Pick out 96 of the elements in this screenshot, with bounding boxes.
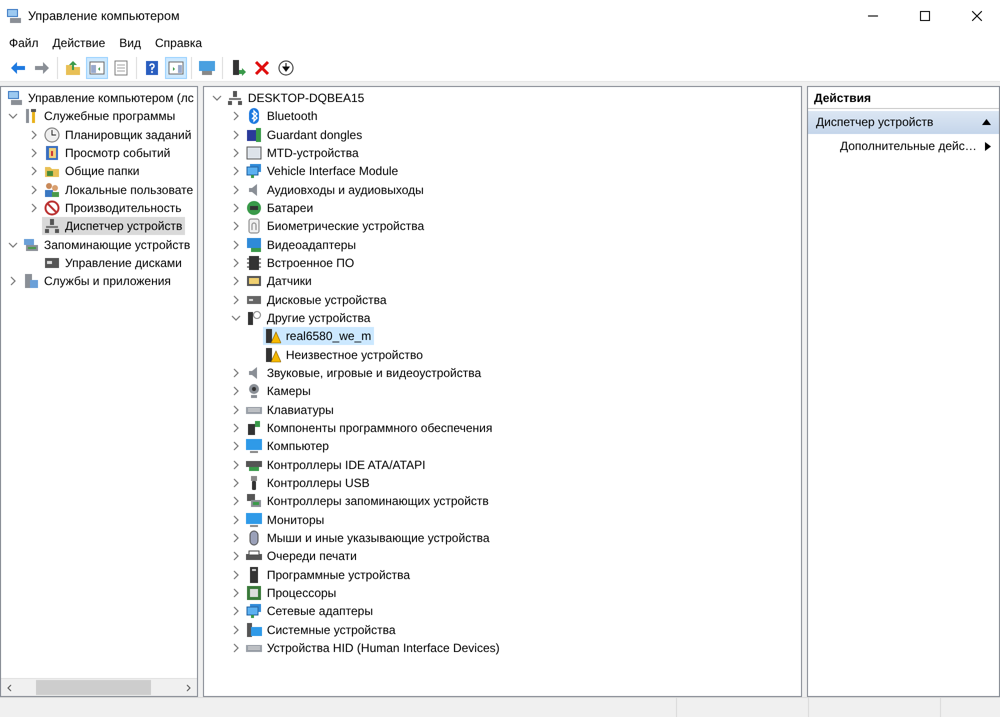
tree-item[interactable]: MTD-устройства — [244, 144, 362, 162]
network-device-icon — [226, 90, 243, 106]
computer-icon — [6, 8, 22, 24]
action-item[interactable]: Дополнительные дейс… — [808, 134, 999, 157]
menu-item[interactable]: Действие — [46, 34, 112, 52]
download-circle-icon — [278, 60, 294, 76]
properties-sheet-icon — [113, 60, 129, 76]
tree-item[interactable]: Аудиовходы и аудиовыходы — [244, 180, 427, 199]
system-folder-icon — [246, 622, 262, 638]
tree-item[interactable]: Очереди печати — [244, 547, 360, 566]
tree-item[interactable]: Службы и приложения — [21, 272, 174, 290]
tree-item[interactable]: Камеры — [244, 382, 314, 400]
tree-item[interactable]: Запоминающие устройств — [21, 236, 194, 254]
tree-item[interactable]: Программные устройства — [244, 566, 414, 584]
unknown-device-icon — [246, 310, 262, 326]
memory-card-icon — [246, 145, 262, 162]
tools-icon — [23, 108, 39, 124]
tree-item[interactable]: Просмотр событий — [42, 144, 174, 162]
monitor-icon — [199, 60, 215, 76]
actions-header: Действия — [808, 87, 999, 109]
help-icon — [144, 60, 160, 76]
tree-item[interactable]: Процессоры — [244, 584, 340, 602]
menu-item[interactable]: Файл — [2, 34, 46, 52]
console-tree-icon — [89, 60, 105, 76]
server-icon — [23, 273, 39, 290]
scroll-right-icon[interactable] — [184, 684, 192, 692]
tree-item[interactable]: Устройства HID (Human Interface Devices) — [244, 639, 503, 657]
tree-item[interactable]: Видеоадаптеры — [244, 236, 360, 254]
tree-item[interactable]: Планировщик заданий — [42, 126, 194, 144]
warning-device-icon — [264, 328, 281, 344]
tree-item[interactable]: real6580_we_m — [262, 327, 374, 346]
chip-icon — [246, 255, 262, 272]
tree-item[interactable]: Мониторы — [244, 510, 328, 529]
network-monitor-icon — [246, 163, 262, 180]
display-adapter-icon — [246, 236, 262, 253]
tree-item[interactable]: Компоненты программного обеспечения — [244, 419, 496, 438]
scroll-left-icon[interactable] — [6, 684, 14, 692]
tree-item[interactable]: Контроллеры запоминающих устройств — [244, 492, 492, 510]
collapse-triangle-icon[interactable] — [982, 119, 991, 125]
storage-icon — [23, 236, 39, 253]
tree-item[interactable]: Клавиатуры — [244, 400, 337, 419]
tree-item[interactable]: Управление дисками — [42, 254, 185, 272]
fingerprint-icon — [246, 218, 262, 234]
processor-icon — [246, 585, 262, 602]
tree-item[interactable]: Неизвестное устройство — [262, 346, 426, 364]
tree-item[interactable]: Контроллеры IDE ATA/ATAPI — [244, 456, 428, 474]
tree-item[interactable]: DESKTOP-DQBEA15 — [224, 89, 368, 108]
tree-item[interactable]: Bluetooth — [244, 107, 321, 126]
tree-item[interactable]: Мыши и иные указывающие устройства — [244, 529, 493, 548]
scrollbar-thumb[interactable] — [36, 680, 151, 695]
menu-item[interactable]: Справка — [148, 34, 210, 52]
tree-item[interactable]: Vehicle Interface Module — [244, 162, 402, 180]
forward-arrow-icon — [34, 60, 50, 76]
software-component-icon — [246, 420, 262, 436]
back-arrow-icon — [10, 60, 26, 76]
network-device-icon — [44, 218, 60, 234]
tree-item[interactable]: Системные устройства — [244, 620, 399, 639]
close-icon — [972, 11, 982, 21]
horizontal-scrollbar[interactable] — [1, 678, 197, 696]
tree-item[interactable]: Сетевые адаптеры — [244, 602, 376, 620]
tree-item[interactable]: Guardant dongles — [244, 126, 366, 144]
tree-item[interactable]: Диспетчер устройств — [42, 217, 186, 236]
maximize-icon — [920, 11, 930, 21]
tree-item[interactable]: Локальные пользовате — [42, 180, 196, 199]
usb-dongle-icon — [246, 126, 262, 143]
storage-controller-icon — [246, 493, 262, 510]
delete-icon — [254, 60, 270, 76]
tree-item[interactable]: Другие устройства — [244, 309, 374, 328]
network-monitor-icon — [246, 603, 262, 620]
log-book-icon — [44, 145, 60, 162]
tree-item[interactable]: Служебные программы — [21, 107, 178, 126]
computer-icon — [7, 90, 23, 106]
no-sign-icon — [44, 200, 60, 216]
monitor-icon — [246, 438, 262, 454]
action-pane-icon — [168, 60, 184, 76]
menu-item[interactable]: Вид — [112, 34, 148, 52]
window-title: Управление компьютером — [28, 9, 181, 23]
enable-device-icon — [230, 60, 246, 76]
warning-device-icon — [264, 346, 281, 363]
clock-icon — [44, 126, 60, 143]
tree-item[interactable]: Дисковые устройства — [244, 290, 390, 309]
users-icon — [44, 182, 60, 198]
battery-icon — [246, 200, 262, 216]
tree-item[interactable]: Контроллеры USB — [244, 474, 373, 492]
tree-item[interactable]: Общие папки — [42, 162, 142, 180]
tree-item[interactable]: Управление компьютером (лс — [5, 89, 197, 108]
tree-item[interactable]: Биометрические устройства — [244, 217, 428, 236]
tree-item[interactable]: Батареи — [244, 199, 316, 218]
monitor-icon — [246, 512, 262, 528]
tree-item[interactable]: Компьютер — [244, 437, 332, 456]
tree-item[interactable]: Датчики — [244, 272, 315, 290]
tree-item[interactable]: Звуковые, игровые и видеоустройства — [244, 364, 484, 382]
folder-up-icon — [65, 60, 81, 76]
tree-item[interactable]: Встроенное ПО — [244, 254, 358, 272]
actions-section-header[interactable]: Диспетчер устройств — [808, 111, 999, 134]
tree-item[interactable]: Производительность — [42, 199, 184, 218]
